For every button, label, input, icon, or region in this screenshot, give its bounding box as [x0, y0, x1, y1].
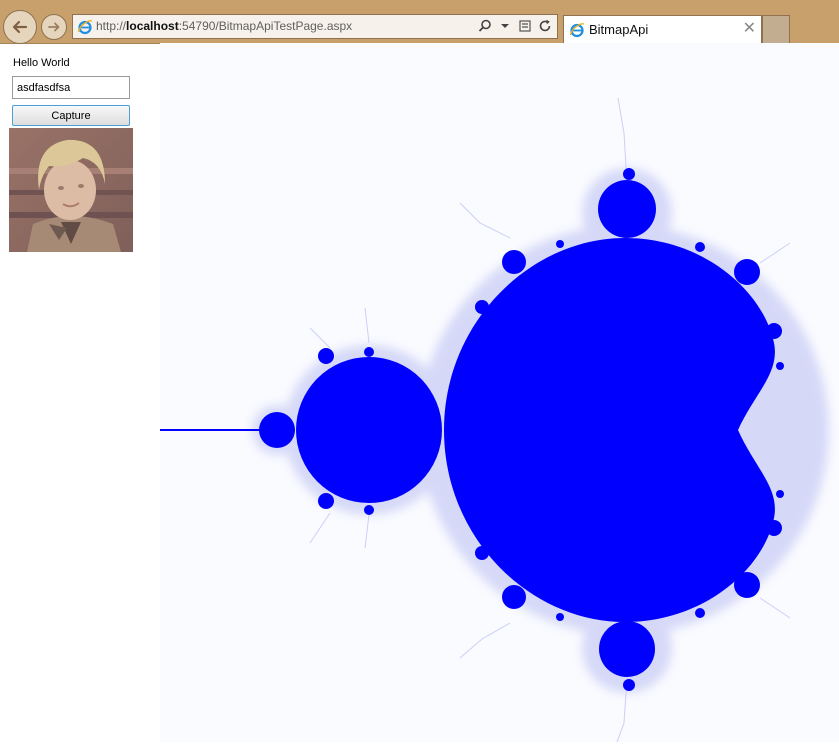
back-button[interactable]: [3, 10, 37, 44]
tab-ie-icon: [569, 23, 585, 38]
new-tab-button[interactable]: [762, 15, 790, 43]
search-icon: [478, 19, 491, 32]
ie-icon: [77, 20, 93, 35]
refresh-icon: [539, 19, 551, 32]
capture-button[interactable]: Capture: [12, 105, 130, 126]
address-bar[interactable]: http://localhost:54790/BitmapApiTestPage…: [72, 14, 558, 39]
child-photo: [9, 128, 133, 252]
url-path: :54790/BitmapApiTestPage.aspx: [178, 19, 353, 33]
url-text: http://localhost:54790/BitmapApiTestPage…: [96, 19, 352, 33]
refresh-button[interactable]: [537, 18, 553, 34]
compat-view-button[interactable]: [517, 18, 533, 34]
search-button[interactable]: [477, 18, 493, 34]
close-icon[interactable]: ✕: [743, 19, 756, 37]
text-input[interactable]: [12, 76, 130, 99]
hello-label: Hello World: [13, 57, 70, 69]
compat-icon: [519, 20, 531, 32]
browser-toolbar: http://localhost:54790/BitmapApiTestPage…: [0, 0, 839, 44]
url-prefix: http://: [96, 19, 127, 33]
tab-title: BitmapApi: [589, 22, 649, 37]
dropdown-icon: [501, 24, 509, 28]
forward-button[interactable]: [41, 14, 67, 40]
mandelbrot-image: [160, 43, 839, 743]
back-icon: [12, 20, 28, 34]
tab-bitmapapi[interactable]: BitmapApi ✕: [563, 15, 762, 43]
dropdown-button[interactable]: [497, 18, 513, 34]
forward-icon: [48, 22, 60, 32]
url-host: localhost: [126, 19, 179, 33]
